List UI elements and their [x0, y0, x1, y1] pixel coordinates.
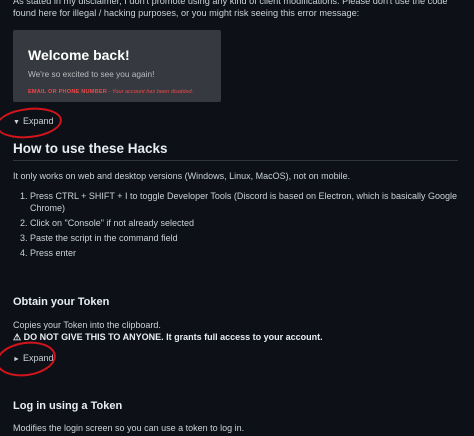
- list-item: Press enter: [30, 247, 458, 259]
- obtain-token-heading: Obtain your Token: [13, 296, 110, 308]
- token-warning: ⚠ DO NOT GIVE THIS TO ANYONE. It grants …: [13, 332, 323, 342]
- discord-error-message: Your account has been disabled.: [111, 89, 194, 95]
- expand-label: Expand: [22, 353, 54, 363]
- how-to-heading: How to use these Hacks: [13, 141, 168, 156]
- discord-login-screenshot: Welcome back! We're so excited to see yo…: [13, 30, 221, 102]
- expand-toggle-2[interactable]: ► Expand: [13, 353, 53, 363]
- triangle-right-icon: ►: [13, 356, 20, 363]
- expand-toggle-1[interactable]: ▼ Expand: [13, 116, 53, 126]
- how-to-steps: Press CTRL + SHIFT + I to toggle Develop…: [13, 190, 458, 262]
- list-item: Press CTRL + SHIFT + I to toggle Develop…: [30, 190, 458, 214]
- login-description: Modifies the login screen so you can use…: [13, 423, 245, 433]
- heading-divider: [13, 160, 458, 161]
- discord-welcome-title: Welcome back!: [28, 47, 130, 63]
- intro-text: As stated in my disclaimer, I don't prom…: [13, 0, 448, 18]
- discord-error-line: EMAIL OR PHONE NUMBER - Your account has…: [28, 89, 193, 95]
- discord-error-label: EMAIL OR PHONE NUMBER: [28, 89, 107, 95]
- expand-label: Expand: [22, 116, 54, 126]
- token-description: Copies your Token into the clipboard.: [13, 320, 161, 330]
- list-item: Paste the script in the command field: [30, 232, 458, 244]
- discord-welcome-subtitle: We're so excited to see you again!: [28, 69, 155, 79]
- login-token-heading: Log in using a Token: [13, 400, 123, 412]
- triangle-down-icon: ▼: [13, 119, 20, 126]
- list-item: Click on "Console" if not already select…: [30, 217, 458, 229]
- how-to-note: It only works on web and desktop version…: [13, 171, 351, 181]
